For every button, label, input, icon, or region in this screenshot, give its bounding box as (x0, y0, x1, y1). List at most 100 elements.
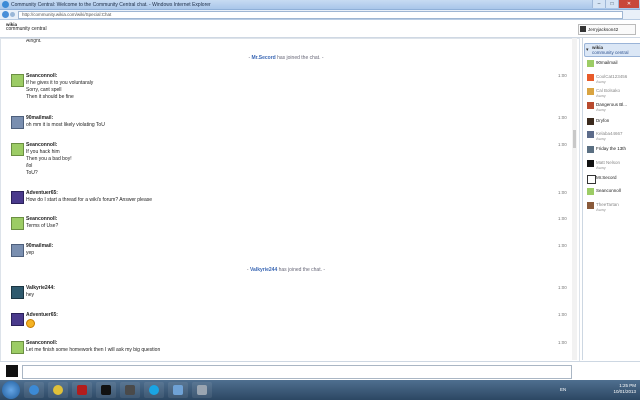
avatar[interactable] (11, 341, 24, 354)
window-title-bar: Community Central: Welcome to the Commun… (0, 0, 640, 10)
avatar (587, 188, 594, 195)
avatar[interactable] (11, 217, 24, 230)
address-bar: http://community.wikia.com/wiki/Special:… (0, 10, 640, 20)
avatar[interactable] (11, 74, 24, 87)
clock-date: 10/01/2013 (613, 389, 636, 394)
message-username[interactable]: Adventuer65: (26, 190, 58, 196)
message-time: 1:00 (558, 115, 567, 120)
chrome-icon (53, 385, 63, 395)
close-button[interactable]: ✕ (618, 0, 639, 8)
sidebar-user-name: Seanconnoll (596, 188, 621, 193)
join-text: has joined the chat. (278, 267, 322, 273)
message-line: oh mm it is most likely violating ToU (26, 122, 105, 128)
url-field[interactable]: http://community.wikia.com/wiki/Special:… (18, 11, 623, 19)
window-controls: – □ ✕ (592, 0, 639, 8)
taskbar-app-button[interactable] (120, 382, 140, 398)
ie-icon (29, 385, 39, 395)
message-line: ToU? (26, 170, 38, 176)
user-list-sidebar: ▾ wikia community central 90mailmail Coo… (582, 38, 640, 360)
join-username[interactable]: Valkyrie244 (250, 267, 277, 273)
message-line: Let me finish some homework then I will … (26, 347, 161, 353)
avatar[interactable] (11, 116, 24, 129)
wiki-room-name: community central (592, 50, 629, 55)
message-username[interactable]: 90mailmail: (26, 115, 53, 121)
chat-header (0, 20, 640, 38)
message-time: 1:00 (558, 243, 567, 248)
sidebar-user-status: Away (596, 107, 606, 112)
message-username[interactable]: Valkyrie244: (26, 285, 55, 291)
avatar[interactable] (11, 286, 24, 299)
message-line: Alright. (26, 38, 42, 44)
windows-taskbar: EN 1:25 PM 10/01/2013 (0, 380, 640, 400)
message-time: 1:00 (558, 142, 567, 147)
wiki-logo[interactable]: wikia community central (6, 22, 47, 32)
taskbar-chrome-button[interactable] (48, 382, 68, 398)
minimize-button[interactable]: – (592, 0, 605, 8)
message-line (26, 319, 35, 330)
join-username[interactable]: Mr.Secord (252, 55, 276, 61)
avatar[interactable] (11, 191, 24, 204)
maximize-button[interactable]: □ (605, 0, 618, 8)
message-line: If you hack him (26, 149, 60, 155)
message-username[interactable]: Adventuer65: (26, 312, 58, 318)
scrollbar-thumb[interactable] (573, 130, 576, 148)
avatar (587, 202, 594, 209)
message-username[interactable]: Seanconnoll: (26, 73, 57, 79)
avatar (587, 175, 596, 184)
forward-arrow-icon[interactable] (10, 12, 15, 17)
message-line: How do I start a thread for a wiki's for… (26, 197, 153, 203)
taskbar-ie-button[interactable] (24, 382, 44, 398)
taskbar-skype-button[interactable] (144, 382, 164, 398)
sidebar-user-status: Away (596, 136, 606, 141)
taskbar-app-button[interactable] (72, 382, 92, 398)
message-time: 1:00 (558, 340, 567, 345)
avatar (6, 365, 18, 377)
sidebar-user-status: Away (596, 207, 606, 212)
chevron-down-icon[interactable]: ▾ (586, 47, 589, 53)
sidebar-user-status: Away (596, 165, 606, 170)
message-line: yep (26, 250, 35, 256)
skype-icon (149, 385, 159, 395)
message-time: 1:00 (558, 73, 567, 78)
message-time: 1:00 (558, 312, 567, 317)
avatar (587, 146, 594, 153)
message-username[interactable]: Seanconnoll: (26, 340, 57, 346)
avatar[interactable] (11, 313, 24, 326)
chat-input-bar (0, 361, 640, 380)
sidebar-user-name: Dryfon (596, 118, 610, 123)
message-line: /lol (26, 163, 33, 169)
message-username[interactable]: Seanconnoll: (26, 142, 57, 148)
join-notice: - Mr.Secord has joined the chat. - (248, 55, 324, 61)
app-icon (77, 385, 87, 395)
taskbar-app-button[interactable] (168, 382, 188, 398)
sidebar-user-status: Away (596, 79, 606, 84)
chat-scrollbar[interactable] (572, 38, 577, 360)
sidebar-user-status: Away (596, 93, 606, 98)
language-indicator[interactable]: EN (560, 387, 566, 392)
taskbar-app-button[interactable] (192, 382, 212, 398)
message-time: 1:00 (558, 285, 567, 290)
message-line: If he gives it to you voluntaraly (26, 80, 94, 86)
avatar (587, 160, 594, 167)
avatar (587, 88, 594, 95)
logo-bottom-text: community central (6, 26, 47, 32)
avatar (587, 102, 594, 109)
message-username[interactable]: 90mailmail: (26, 243, 53, 249)
current-username: Jerryjackson42 (588, 27, 619, 32)
message-time: 1:00 (558, 216, 567, 221)
message-input[interactable] (22, 365, 572, 379)
start-button[interactable] (2, 381, 20, 399)
taskbar-terminal-button[interactable] (96, 382, 116, 398)
current-user[interactable]: Jerryjackson42 (578, 24, 636, 35)
system-clock[interactable]: 1:25 PM 10/01/2013 (613, 383, 636, 395)
avatar (587, 131, 594, 138)
app-icon (125, 385, 135, 395)
avatar[interactable] (11, 244, 24, 257)
back-arrow-icon[interactable] (2, 11, 9, 18)
wiki-room-header[interactable]: ▾ wikia community central (584, 43, 640, 57)
message-username[interactable]: Seanconnoll: (26, 216, 57, 222)
avatar[interactable] (11, 143, 24, 156)
message-line: Sorry, cant spell (26, 87, 62, 93)
app-icon (197, 385, 207, 395)
sidebar-user-name: Friday the 13th (596, 146, 627, 151)
